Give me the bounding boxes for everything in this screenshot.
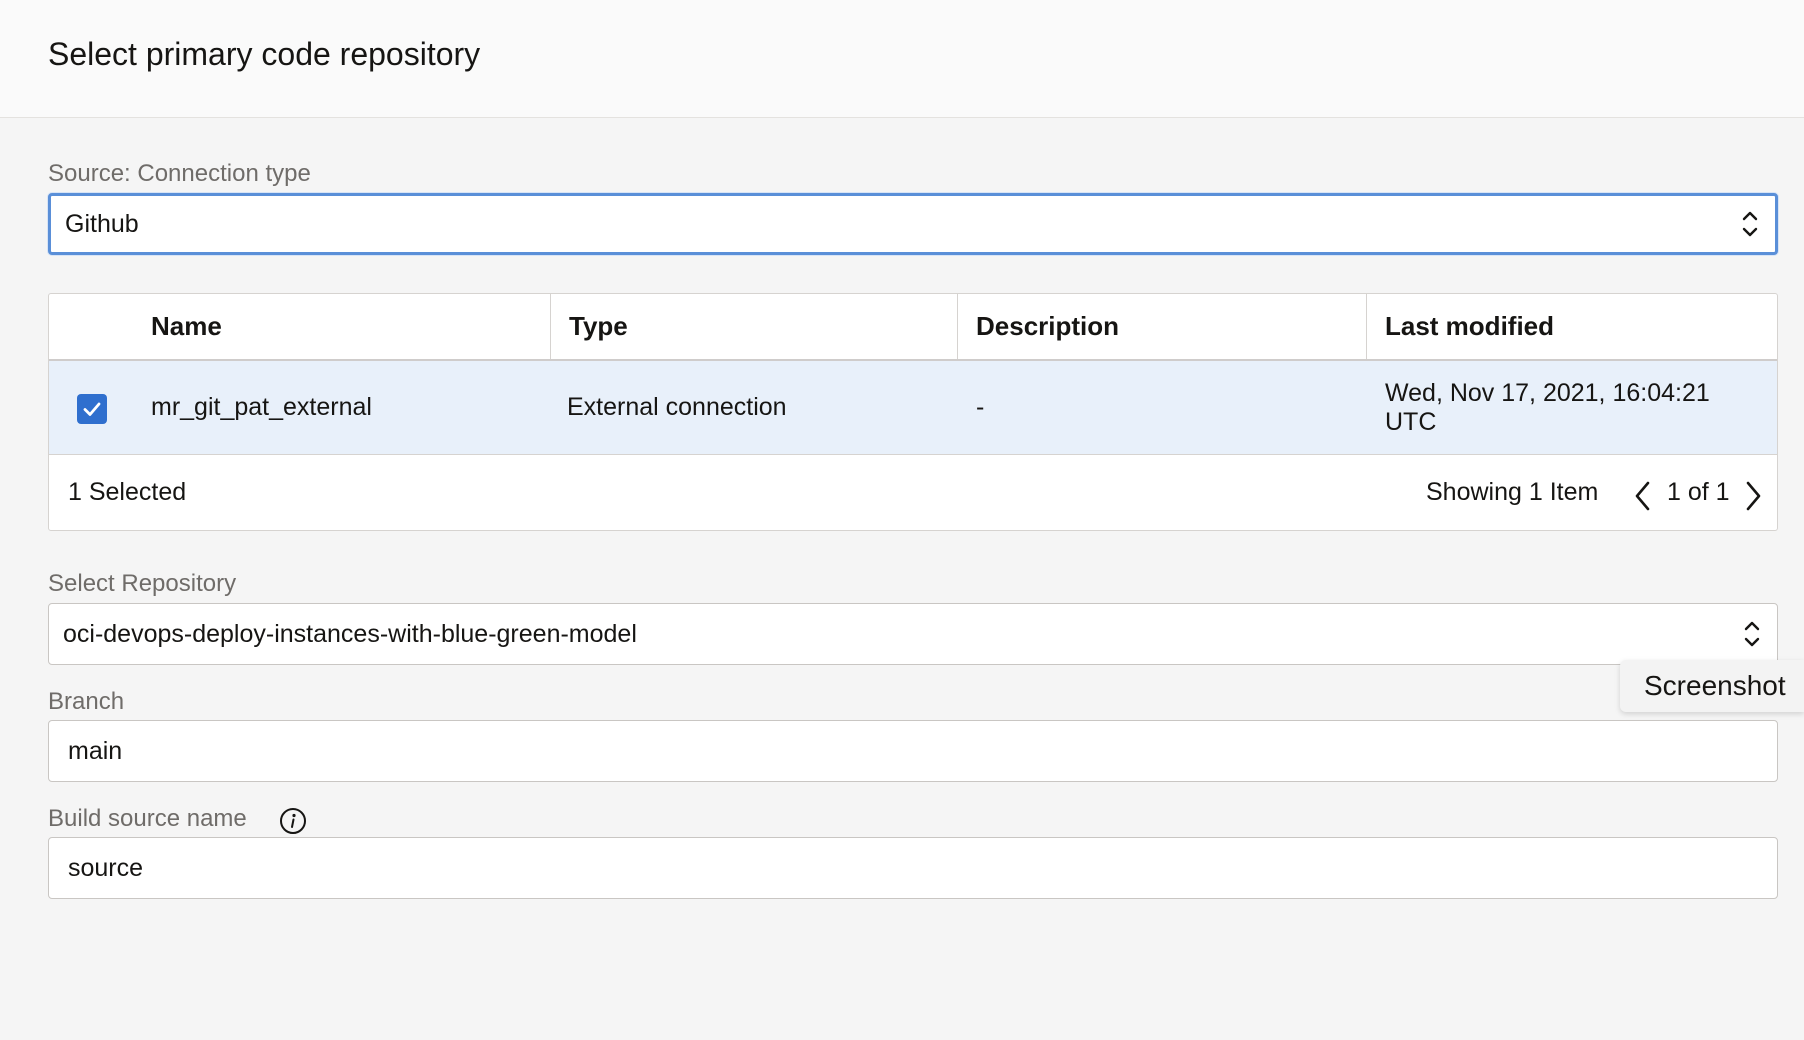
chevron-right-icon bbox=[1746, 481, 1761, 511]
cell-type: External connection bbox=[567, 393, 787, 421]
showing-count: Showing 1 Item bbox=[1426, 478, 1599, 506]
table-header: Name Type Description Last modified bbox=[49, 294, 1777, 361]
table-row[interactable]: mr_git_pat_external External connection … bbox=[49, 361, 1777, 455]
build-source-name-input[interactable] bbox=[48, 837, 1778, 899]
cell-name: mr_git_pat_external bbox=[151, 393, 372, 421]
column-header-last-modified[interactable]: Last modified bbox=[1385, 294, 1554, 359]
column-header-description[interactable]: Description bbox=[976, 294, 1119, 359]
chevron-left-icon bbox=[1635, 481, 1650, 511]
column-header-type[interactable]: Type bbox=[569, 294, 628, 359]
previous-page-button[interactable] bbox=[1631, 479, 1655, 513]
cell-description: - bbox=[976, 393, 985, 421]
updown-chevron-icon bbox=[1737, 614, 1767, 654]
column-divider[interactable] bbox=[1366, 294, 1367, 359]
column-divider[interactable] bbox=[957, 294, 958, 359]
updown-chevron-icon bbox=[1735, 204, 1765, 244]
page-title: Select primary code repository bbox=[48, 36, 481, 72]
info-icon[interactable] bbox=[279, 807, 307, 835]
cell-last-modified: Wed, Nov 17, 2021, 16:04:21 UTC bbox=[1385, 378, 1710, 436]
branch-label: Branch bbox=[48, 688, 125, 715]
column-header-name[interactable]: Name bbox=[151, 294, 222, 359]
connection-type-label: Source: Connection type bbox=[48, 160, 311, 187]
selected-count: 1 Selected bbox=[68, 478, 187, 506]
connection-type-value: Github bbox=[65, 209, 139, 238]
page-indicator: 1 of 1 bbox=[1667, 478, 1730, 506]
repository-label: Select Repository bbox=[48, 570, 237, 597]
row-checkbox[interactable] bbox=[77, 394, 107, 424]
repository-select[interactable]: oci-devops-deploy-instances-with-blue-gr… bbox=[48, 603, 1778, 665]
check-icon bbox=[83, 402, 101, 416]
screenshot-tooltip: Screenshot bbox=[1620, 660, 1804, 712]
build-source-name-label: Build source name bbox=[48, 805, 247, 832]
next-page-button[interactable] bbox=[1741, 479, 1765, 513]
branch-input[interactable] bbox=[48, 720, 1778, 782]
dialog-header: Select primary code repository bbox=[0, 0, 1804, 118]
connection-type-select[interactable]: Github bbox=[48, 193, 1778, 255]
repository-value: oci-devops-deploy-instances-with-blue-gr… bbox=[63, 619, 637, 648]
column-divider[interactable] bbox=[550, 294, 551, 359]
connections-table: Name Type Description Last modified mr_g… bbox=[48, 293, 1778, 531]
table-footer: 1 Selected Showing 1 Item 1 of 1 bbox=[49, 455, 1777, 530]
